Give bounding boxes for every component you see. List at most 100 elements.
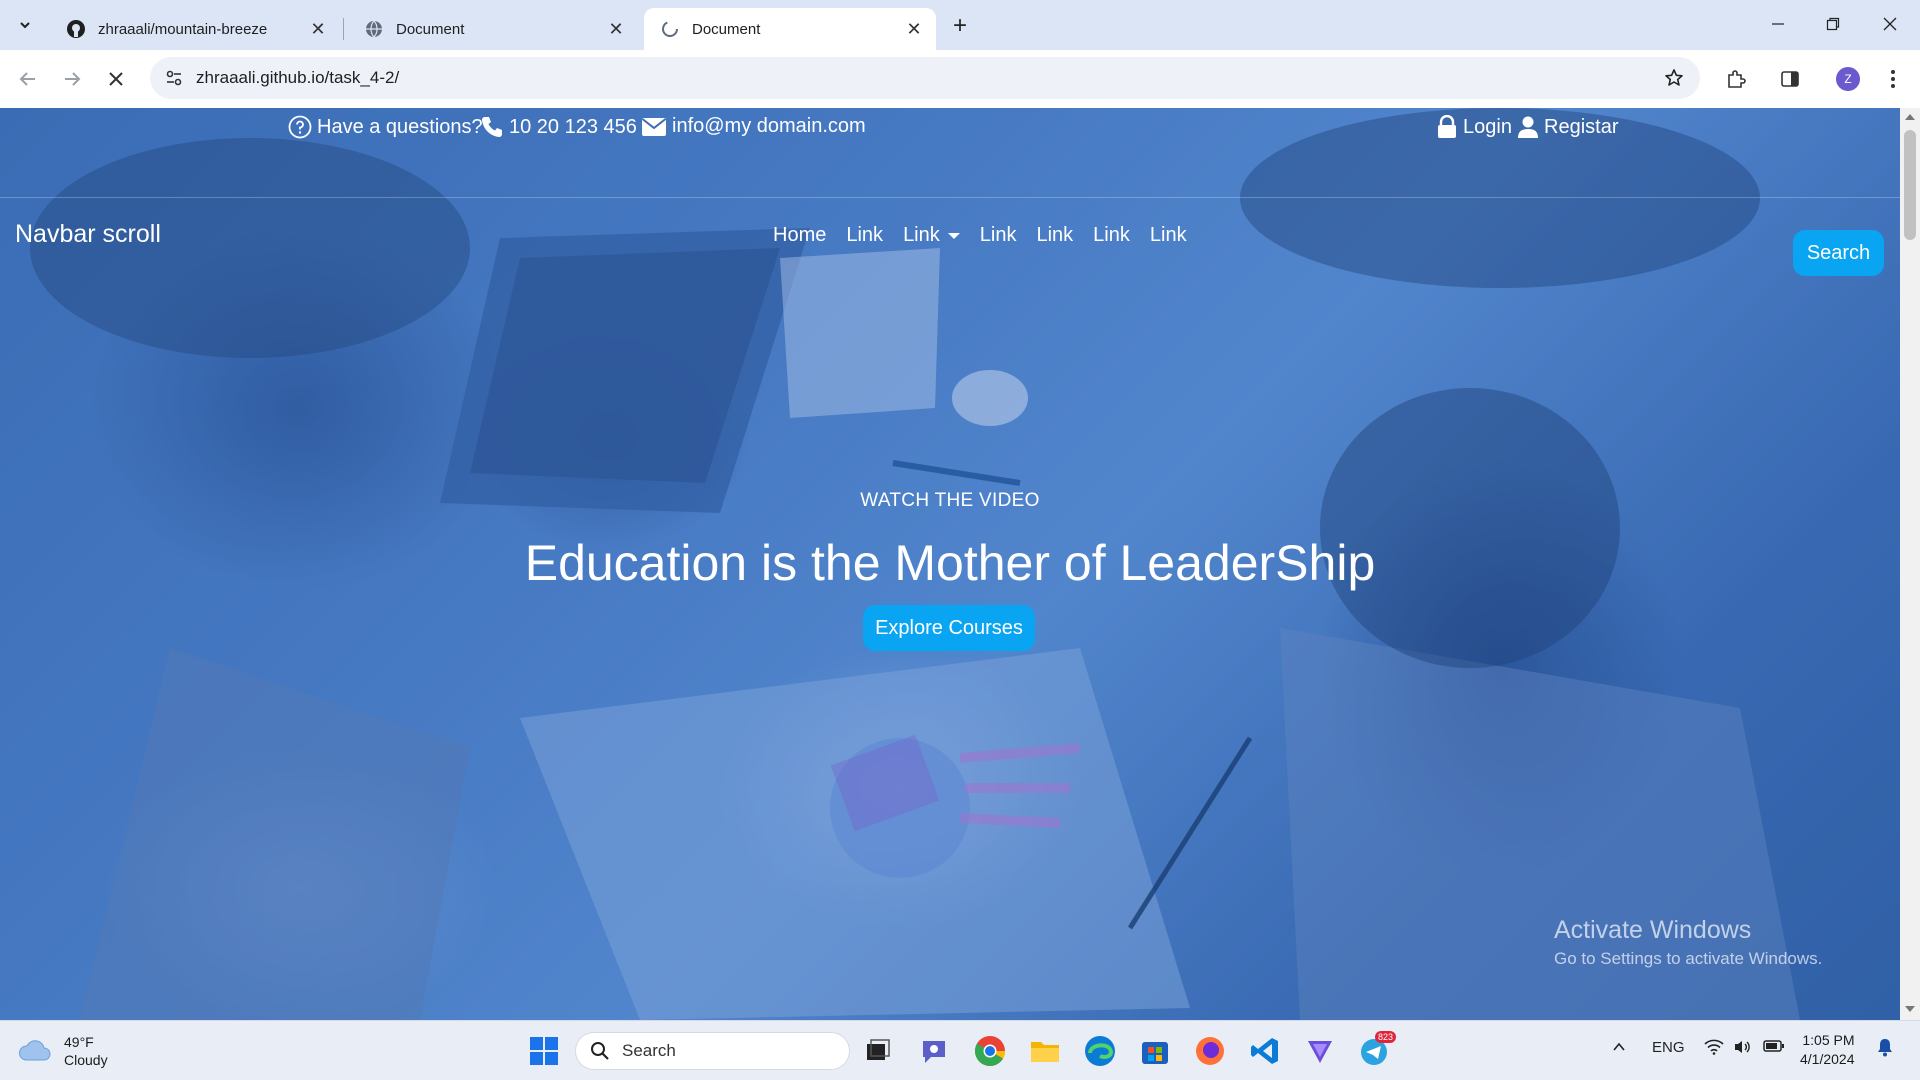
minimize-button[interactable] [1756, 8, 1800, 40]
weather-widget[interactable]: 49°F Cloudy [18, 1033, 108, 1069]
navbar-brand[interactable]: Navbar scroll [15, 220, 161, 249]
close-icon[interactable]: ✕ [308, 19, 328, 39]
minimize-icon [1772, 23, 1784, 25]
activate-windows-watermark: Activate Windows Go to Settings to activ… [1554, 916, 1822, 969]
language-indicator[interactable]: ENG [1652, 1039, 1685, 1056]
scroll-up-icon[interactable] [1905, 114, 1915, 120]
nav-link[interactable]: Link [1093, 224, 1130, 247]
weather-temp: 49°F [64, 1034, 94, 1050]
windows-taskbar: 49°F Cloudy Search 823 ENG 1:05 PM 4/1/2… [0, 1020, 1920, 1080]
nav-link-home[interactable]: Home [773, 224, 826, 247]
site-info-icon[interactable] [162, 66, 186, 90]
firefox-taskbar-app[interactable] [1192, 1033, 1228, 1069]
nav-dropdown[interactable]: Link [903, 224, 960, 247]
edge-taskbar-app[interactable] [1082, 1033, 1118, 1069]
tab-document-active[interactable]: Document ✕ [644, 8, 936, 50]
page-scrollbar[interactable] [1900, 108, 1920, 1020]
nav-link[interactable]: Link [846, 224, 883, 247]
explore-courses-button[interactable]: Explore Courses [863, 605, 1035, 651]
chrome-taskbar-app[interactable] [972, 1033, 1008, 1069]
side-panel-button[interactable] [1774, 63, 1806, 95]
question-text: Have a questions? [317, 115, 483, 138]
hero-eyebrow[interactable]: WATCH THE VIDEO [0, 490, 1900, 512]
store-taskbar-app[interactable] [1137, 1033, 1173, 1069]
start-button[interactable] [526, 1033, 562, 1069]
navbar: Navbar scroll Home Link Link Link Link L… [0, 198, 1900, 274]
url-text[interactable]: zhraaali.github.io/task_4-2/ [196, 68, 399, 88]
close-icon[interactable]: ✕ [904, 19, 924, 39]
scrollbar-thumb[interactable] [1904, 130, 1916, 240]
telegram-taskbar-app[interactable]: 823 [1357, 1031, 1397, 1069]
close-icon [109, 72, 123, 86]
register-link[interactable]: Registar [1517, 115, 1618, 139]
search-icon [591, 1042, 609, 1060]
nav-link[interactable]: Link [980, 224, 1017, 247]
chrome-icon [975, 1036, 1005, 1067]
profile-avatar[interactable]: Z [1836, 67, 1860, 91]
nav-link[interactable]: Link [1036, 224, 1073, 247]
login-label[interactable]: Login [1463, 116, 1512, 139]
teams-chat-button[interactable] [916, 1033, 952, 1069]
vscode-icon [1251, 1038, 1278, 1064]
side-panel-icon [1781, 71, 1799, 87]
nav-dropdown-label: Link [903, 224, 940, 246]
weather-desc: Cloudy [64, 1052, 108, 1068]
scroll-down-icon[interactable] [1905, 1006, 1915, 1012]
task-view-button[interactable] [860, 1033, 896, 1069]
telegram-unread-badge: 823 [1375, 1031, 1397, 1043]
back-arrow-icon [19, 72, 35, 86]
navbar-search-button[interactable]: Search [1793, 230, 1884, 276]
vpn-taskbar-app[interactable] [1302, 1033, 1338, 1069]
login-link[interactable]: Login [1436, 115, 1512, 139]
close-icon [1883, 17, 1897, 31]
clock-date: 4/1/2024 [1800, 1051, 1855, 1067]
bookmark-star-icon[interactable] [1662, 66, 1686, 90]
watermark-subtitle: Go to Settings to activate Windows. [1554, 949, 1823, 968]
close-window-button[interactable] [1868, 8, 1912, 40]
email-text[interactable]: info@my domain.com [672, 115, 866, 138]
edge-icon [1085, 1036, 1115, 1066]
address-bar[interactable]: zhraaali.github.io/task_4-2/ [150, 57, 1700, 99]
lock-icon [1438, 115, 1456, 138]
tab-divider [343, 18, 344, 40]
github-icon [66, 19, 86, 39]
taskbar-search-label: Search [622, 1041, 676, 1060]
forward-button[interactable] [56, 63, 88, 95]
back-button[interactable] [12, 63, 44, 95]
volume-icon[interactable] [1733, 1039, 1751, 1059]
nav-link[interactable]: Link [1150, 224, 1187, 247]
system-clock[interactable]: 1:05 PM 4/1/2024 [1800, 1031, 1855, 1069]
topbar-phone[interactable]: 10 20 123 456 [480, 115, 637, 139]
restore-button[interactable] [1811, 8, 1855, 40]
wifi-icon[interactable] [1704, 1039, 1724, 1059]
cloud-icon [19, 1040, 51, 1061]
phone-text[interactable]: 10 20 123 456 [509, 116, 637, 139]
tab-document-1[interactable]: Document ✕ [348, 8, 638, 50]
browser-menu-button[interactable] [1877, 63, 1909, 95]
battery-icon[interactable] [1763, 1039, 1785, 1057]
stop-loading-button[interactable] [100, 63, 132, 95]
vpn-shield-icon [1308, 1041, 1332, 1063]
extensions-button[interactable] [1720, 63, 1752, 95]
close-icon[interactable]: ✕ [606, 19, 626, 39]
folder-icon [1031, 1042, 1059, 1062]
tab-github[interactable]: zhraaali/mountain-breeze ✕ [50, 8, 340, 50]
globe-icon [364, 19, 384, 39]
browser-tab-strip: zhraaali/mountain-breeze ✕ Document ✕ Do… [0, 0, 1920, 50]
tab-title: Document [692, 20, 761, 38]
tab-search-button[interactable] [8, 8, 42, 42]
new-tab-button[interactable]: + [946, 12, 974, 40]
browser-toolbar: zhraaali.github.io/task_4-2/ Z [0, 50, 1920, 108]
vscode-taskbar-app[interactable] [1247, 1033, 1283, 1069]
taskbar-search[interactable]: Search [575, 1032, 850, 1070]
top-info-bar: Have a questions? 10 20 123 456 info@my … [0, 108, 1900, 198]
topbar-email[interactable]: info@my domain.com [641, 115, 866, 138]
clock-time: 1:05 PM [1802, 1032, 1855, 1048]
task-view-icon [867, 1039, 890, 1060]
hero-headline: Education is the Mother of LeaderShip [524, 535, 1376, 591]
notification-bell-icon[interactable] [1876, 1037, 1894, 1061]
tray-overflow-icon[interactable] [1611, 1039, 1627, 1059]
file-explorer-taskbar-app[interactable] [1027, 1033, 1063, 1069]
forward-arrow-icon [65, 72, 81, 86]
register-label[interactable]: Registar [1544, 116, 1618, 139]
